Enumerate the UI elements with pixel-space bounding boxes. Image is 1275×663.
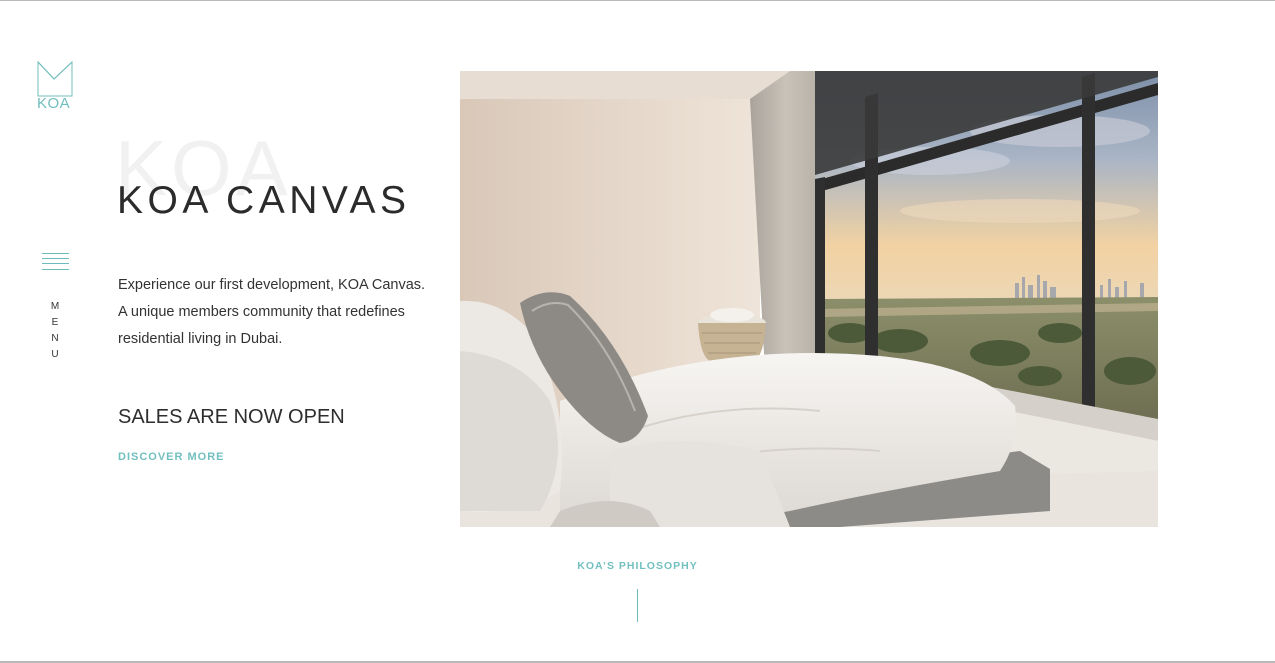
philosophy-link[interactable]: KOA’S PHILOSOPHY [0,560,1275,572]
logo-wordmark: KOA [37,95,71,112]
description-line: A unique members community that redefine… [118,304,405,320]
sales-heading: SALES ARE NOW OPEN [118,406,345,428]
menu-label[interactable]: M E N U [40,299,70,363]
scroll-indicator-line [637,589,638,622]
description-line: residential living in Dubai. [118,331,283,347]
page: KOA M E N U KOA KOA CANVAS Experience ou… [0,0,1275,663]
bedroom-view-illustration [460,71,1158,527]
menu-letter: N [51,333,59,344]
koa-logo-mark-icon [37,61,73,97]
hero-image [460,71,1158,527]
description-line: Experience our first development, KOA Ca… [118,277,426,293]
koa-logo[interactable]: KOA [36,61,76,115]
menu-toggle[interactable]: M E N U [40,251,72,363]
menu-letter: E [51,317,59,328]
intro-description: Experience our first development, KOA Ca… [118,272,438,353]
menu-letter: M [50,301,60,312]
menu-letter: U [51,349,59,360]
discover-more-link[interactable]: DISCOVER MORE [118,451,225,463]
page-title: KOA CANVAS [117,179,411,222]
hamburger-icon[interactable] [42,251,69,271]
